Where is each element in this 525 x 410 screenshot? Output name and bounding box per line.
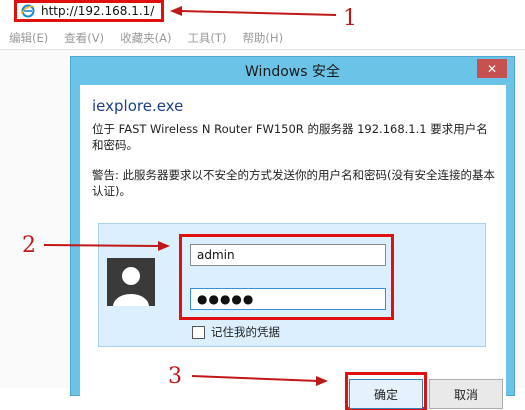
annotation-step3: 3 — [168, 364, 182, 389]
security-dialog: Windows 安全 ✕ iexplore.exe 位于 FAST Wirele… — [70, 56, 515, 410]
ok-button[interactable]: 确定 — [349, 379, 423, 409]
server-message: 位于 FAST Wireless N Router FW150R 的服务器 19… — [92, 122, 488, 152]
ie-icon — [21, 4, 35, 18]
menu-edit[interactable]: 编辑(E) — [9, 30, 48, 46]
dialog-title: Windows 安全 — [245, 64, 340, 80]
annotation-step2: 2 — [22, 233, 36, 258]
menu-favorites[interactable]: 收藏夹(A) — [120, 30, 171, 46]
app-name: iexplore.exe — [92, 97, 184, 115]
close-button[interactable]: ✕ — [477, 59, 507, 78]
user-avatar-icon — [107, 258, 155, 306]
arrow-step1-head — [170, 6, 182, 16]
dialog-body: iexplore.exe 位于 FAST Wireless N Router F… — [80, 85, 506, 410]
menu-bar: 编辑(E) 查看(V) 收藏夹(A) 工具(T) 帮助(H) — [0, 28, 525, 48]
close-icon: ✕ — [486, 61, 498, 76]
address-bar[interactable]: http://192.168.1.1/ — [14, 0, 164, 22]
credential-panel: admin ●●●●● 记住我的凭据 — [98, 223, 486, 347]
password-field[interactable]: ●●●●● — [190, 288, 386, 310]
remember-credentials[interactable]: 记住我的凭据 — [192, 324, 280, 340]
menu-view[interactable]: 查看(V) — [64, 30, 104, 46]
arrow-step1 — [179, 10, 337, 16]
annotation-step1: 1 — [343, 6, 357, 31]
warning-message: 警告: 此服务器要求以不安全的方式发送你的用户名和密码(没有安全连接的基本认证)… — [92, 168, 496, 198]
menu-tools[interactable]: 工具(T) — [187, 30, 226, 46]
menu-help[interactable]: 帮助(H) — [242, 30, 283, 46]
remember-label: 记住我的凭据 — [211, 325, 280, 339]
username-field[interactable]: admin — [190, 244, 386, 266]
remember-checkbox[interactable] — [192, 325, 205, 339]
cancel-button[interactable]: 取消 — [429, 379, 503, 409]
address-text: http://192.168.1.1/ — [41, 4, 155, 18]
